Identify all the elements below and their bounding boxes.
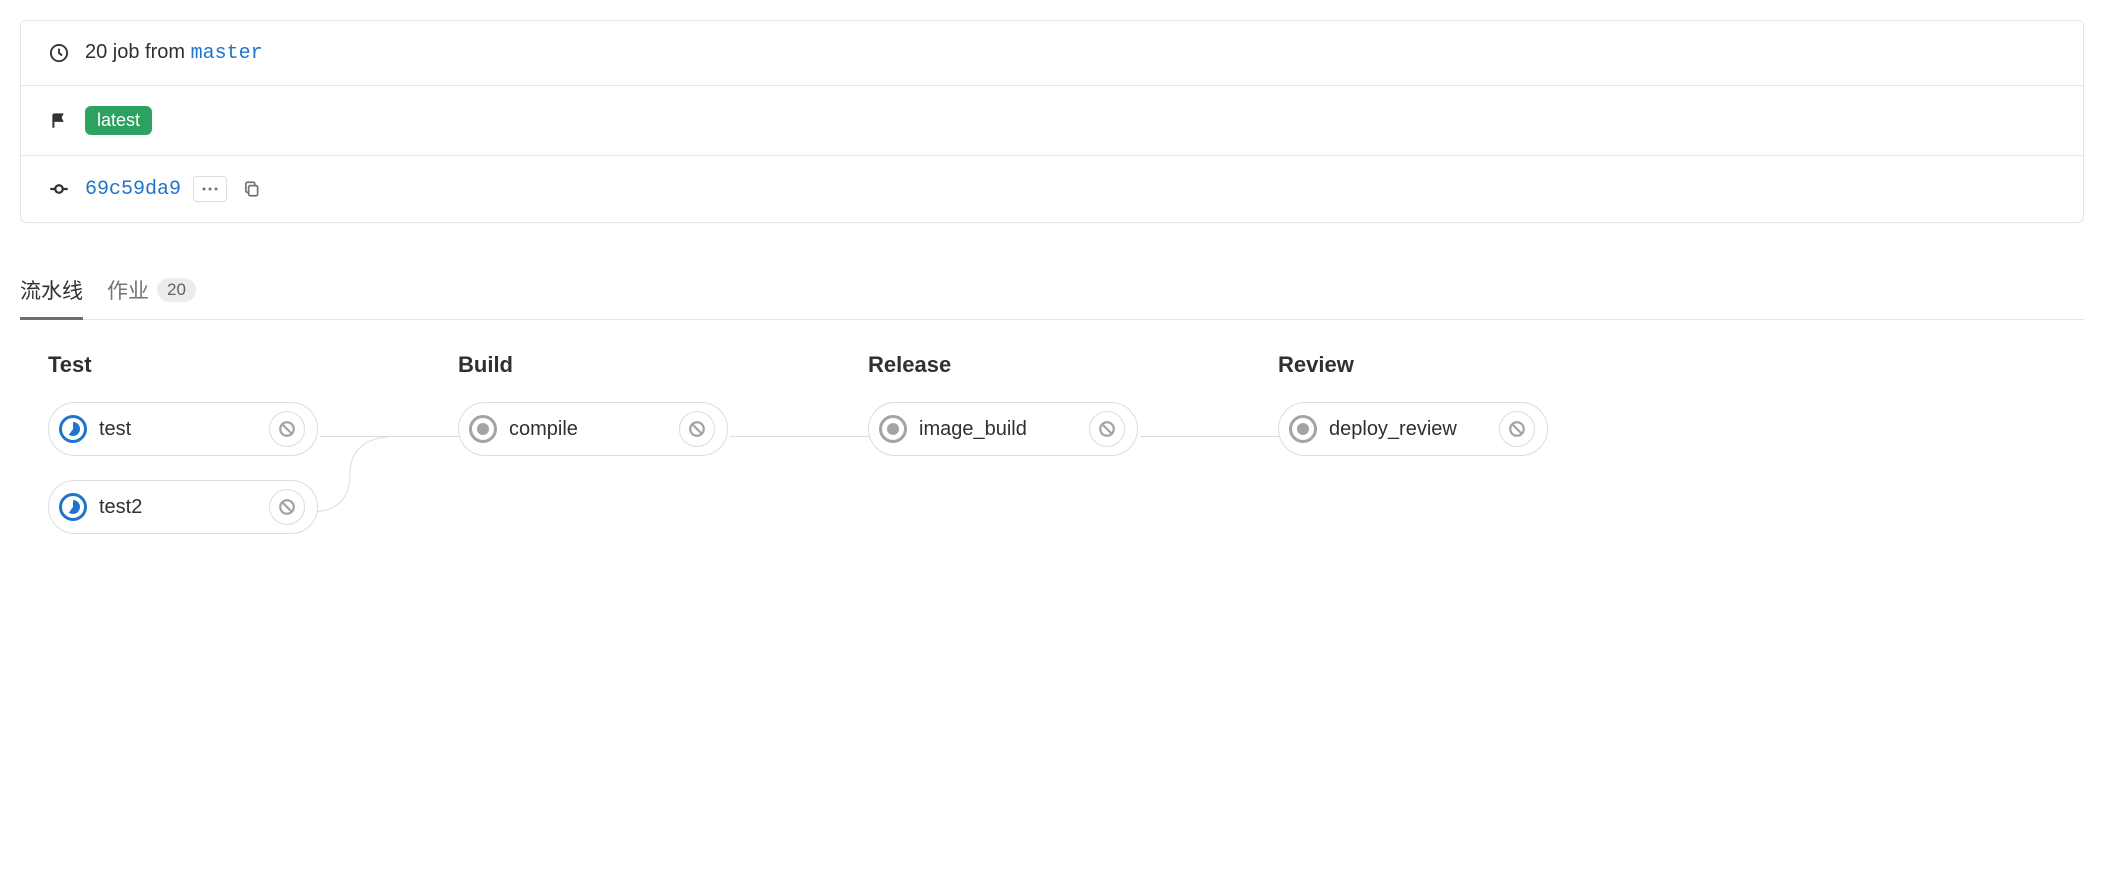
job-name-label: test2: [99, 496, 249, 519]
job-compile[interactable]: compile: [458, 402, 728, 456]
expand-commit-button[interactable]: [193, 176, 227, 202]
job-deploy-review[interactable]: deploy_review: [1278, 402, 1548, 456]
job-image-build[interactable]: image_build: [868, 402, 1138, 456]
clock-icon: [49, 43, 69, 63]
stage-title: Release: [868, 352, 1138, 378]
cancel-job-button[interactable]: [1089, 411, 1125, 447]
tab-jobs[interactable]: 作业 20: [107, 263, 196, 320]
status-running-icon: [59, 493, 87, 521]
job-count-row: 20 job from master: [21, 21, 2083, 86]
stage-title: Review: [1278, 352, 1548, 378]
copy-sha-button[interactable]: [239, 176, 265, 202]
stage-review: Review deploy_review: [1278, 352, 1548, 534]
stage-connector: [1140, 436, 1290, 437]
stage-title: Build: [458, 352, 728, 378]
job-name-label: deploy_review: [1329, 418, 1479, 441]
stage-jobs: image_build: [868, 402, 1138, 456]
job-test[interactable]: test: [48, 402, 318, 456]
status-created-icon: [879, 415, 907, 443]
tab-pipeline-label: 流水线: [20, 275, 83, 305]
tab-jobs-label: 作业: [107, 275, 149, 305]
stage-release: Release image_build: [868, 352, 1138, 534]
job-name-label: test: [99, 418, 249, 441]
stage-connector-curve: [310, 436, 410, 516]
cancel-job-button[interactable]: [679, 411, 715, 447]
cancel-job-button[interactable]: [269, 489, 305, 525]
cancel-job-button[interactable]: [1499, 411, 1535, 447]
status-created-icon: [469, 415, 497, 443]
job-name-label: compile: [509, 418, 659, 441]
commit-sha-link[interactable]: 69c59da9: [85, 178, 181, 201]
stage-connector: [730, 436, 880, 437]
branch-link[interactable]: master: [191, 42, 263, 65]
latest-badge: latest: [85, 106, 152, 135]
commit-actions: 69c59da9: [85, 176, 265, 202]
stage-title: Test: [48, 352, 318, 378]
stage-jobs: test test2: [48, 402, 318, 534]
tab-pipeline[interactable]: 流水线: [20, 263, 83, 320]
job-name-label: image_build: [919, 418, 1069, 441]
stage-jobs: deploy_review: [1278, 402, 1548, 456]
commit-icon: [49, 179, 69, 199]
commit-row: 69c59da9: [21, 156, 2083, 222]
latest-row: latest: [21, 86, 2083, 156]
flag-icon: [49, 111, 69, 131]
pipeline-tabs: 流水线 作业 20: [20, 263, 2084, 320]
stage-jobs: compile: [458, 402, 728, 456]
job-test2[interactable]: test2: [48, 480, 318, 534]
status-created-icon: [1289, 415, 1317, 443]
pipeline-stages: Test test test2 Build compile: [20, 352, 2084, 534]
pipeline-info-card: 20 job from master latest 69c59da9: [20, 20, 2084, 223]
stage-build: Build compile: [458, 352, 728, 534]
status-running-icon: [59, 415, 87, 443]
cancel-job-button[interactable]: [269, 411, 305, 447]
job-count-text: 20 job from master: [85, 41, 263, 65]
stage-test: Test test test2: [48, 352, 318, 534]
tab-jobs-count: 20: [157, 278, 196, 302]
